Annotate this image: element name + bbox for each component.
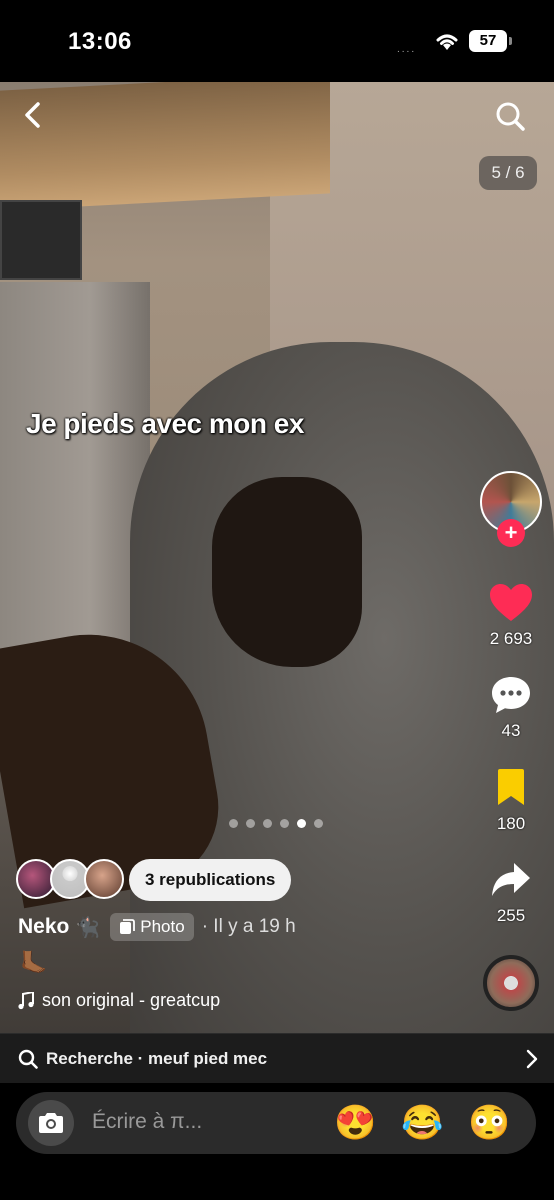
emoji-flushed-button[interactable]: 😳 [468,1103,510,1143]
sound-disc[interactable] [483,955,539,1011]
avatar [84,859,124,899]
camera-button[interactable] [28,1100,74,1146]
status-bar: 13:06 .... 57 [0,0,554,82]
share-count: 255 [496,906,526,925]
music-row[interactable]: son original - greatcup [18,990,220,1011]
favorite-button[interactable]: 180 [480,768,542,834]
photo-person-face [212,477,362,667]
share-icon [492,863,530,896]
wifi-icon [436,34,458,50]
reposts-button[interactable]: 3 republications [129,859,292,901]
slide-dot [229,819,238,828]
author-name-emoji: 🐈‍⬛ [75,916,101,939]
like-count: 2 693 [489,629,533,648]
author-name[interactable]: Neko [18,915,69,939]
slide-dot-active [297,819,306,828]
photo-microwave [0,200,82,280]
author-row: Neko 🐈‍⬛ Photo · Il y a 19 h [18,911,296,943]
photo-bed-frame [0,82,330,211]
slide-dot [280,819,289,828]
slide-dot [314,819,323,828]
comment-count: 43 [501,721,521,740]
photo-badge: Photo [110,913,194,941]
search-suggestion-bar[interactable]: Recherche · meuf pied mec [0,1033,554,1083]
description-emoji: 🦶🏾 [20,950,48,975]
photo-mode-icon [120,919,136,934]
search-suggestion-label: Recherche · meuf pied mec [46,1048,268,1068]
slide-dot [246,819,255,828]
battery-icon: 57 [469,30,512,52]
follow-button[interactable]: + [497,519,525,547]
status-time: 13:06 [68,28,132,55]
photo-badge-label: Photo [140,917,185,936]
photo-fridge [0,282,150,662]
bookmark-icon [498,769,524,805]
back-icon[interactable] [18,100,48,130]
comment-input-placeholder: Écrire à π... [92,1110,203,1133]
favorite-count: 180 [496,814,526,833]
comment-bar: Écrire à π... 😍 😂 😳 [0,1083,554,1200]
emoji-heart-eyes-button[interactable]: 😍 [334,1103,376,1143]
camera-icon [39,1113,63,1133]
chevron-right-icon [526,1049,538,1069]
comment-button[interactable]: 43 [480,675,542,741]
music-label: son original - greatcup [42,990,221,1010]
search-icon [18,1049,38,1069]
like-button[interactable]: 2 693 [480,583,542,649]
post-time: · Il y a 19 h [201,916,296,937]
slide-indicator [229,819,323,828]
slide-dot [263,819,272,828]
repost-avatars[interactable] [16,859,130,901]
post-caption: Je pieds avec mon ex [26,408,304,439]
cellular-signal-icon: .... [397,44,417,55]
comment-icon [492,677,530,713]
slide-counter: 5 / 6 [479,156,537,190]
emoji-laughing-button[interactable]: 😂 [401,1103,443,1143]
share-button[interactable]: 255 [480,860,542,926]
search-icon[interactable] [494,100,526,132]
music-note-icon [18,991,34,1009]
comment-input[interactable]: Écrire à π... 😍 😂 😳 [16,1092,536,1154]
heart-icon [490,584,532,621]
